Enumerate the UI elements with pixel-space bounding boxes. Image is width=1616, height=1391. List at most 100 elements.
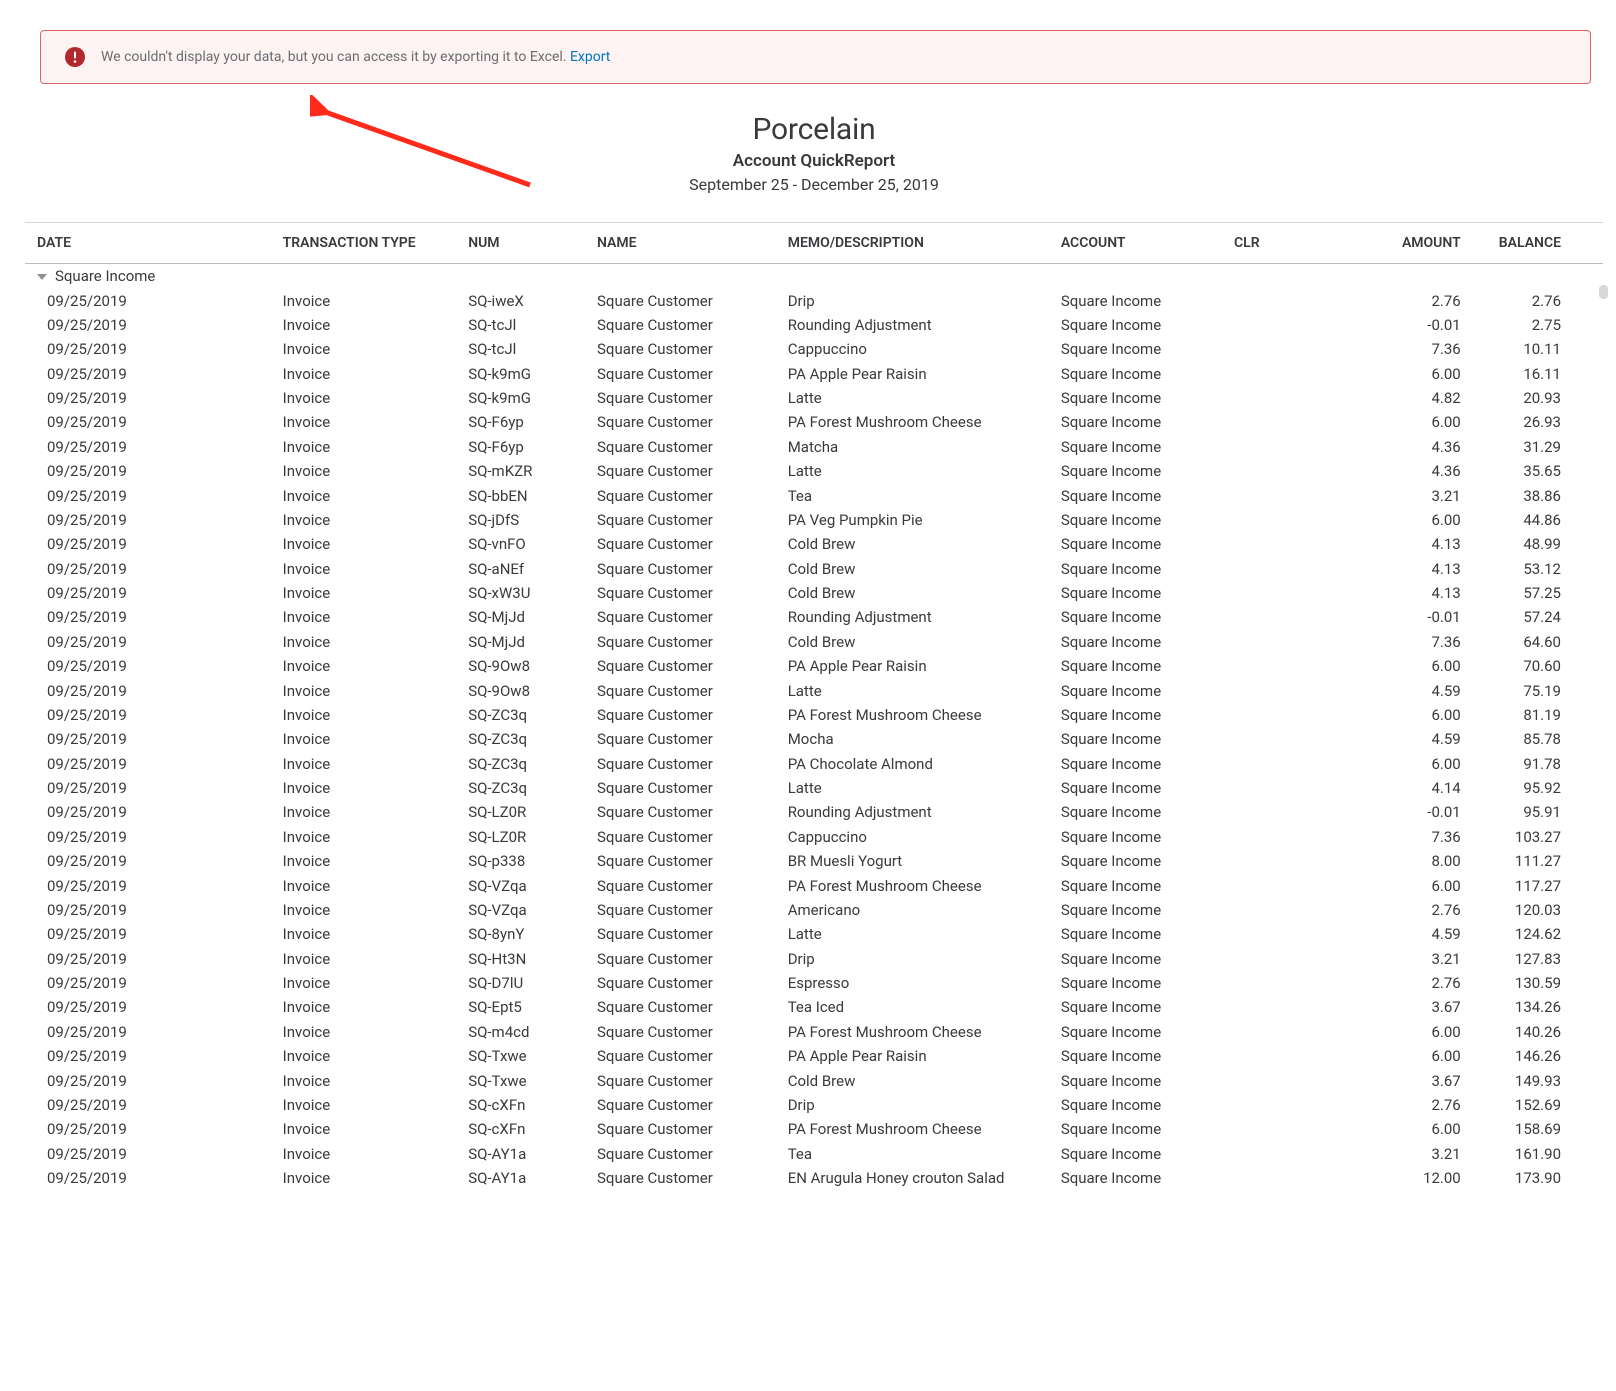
cell-amount: 8.00 (1311, 849, 1460, 873)
cell-balance: 10.11 (1461, 337, 1603, 361)
cell-amount: 4.82 (1311, 386, 1460, 410)
table-row[interactable]: 09/25/2019InvoiceSQ-k9mGSquare CustomerL… (25, 386, 1603, 410)
cell-memo: Latte (788, 386, 1061, 410)
cell-amount: 4.13 (1311, 532, 1460, 556)
cell-name: Square Customer (597, 1142, 788, 1166)
table-row[interactable]: 09/25/2019InvoiceSQ-vnFOSquare CustomerC… (25, 532, 1603, 556)
col-name-header[interactable]: NAME (597, 223, 788, 264)
cell-account: Square Income (1061, 313, 1234, 337)
cell-account: Square Income (1061, 703, 1234, 727)
table-row[interactable]: 09/25/2019InvoiceSQ-Ept5Square CustomerT… (25, 995, 1603, 1019)
cell-account: Square Income (1061, 727, 1234, 751)
cell-clr (1234, 1093, 1311, 1117)
table-row[interactable]: 09/25/2019InvoiceSQ-9Ow8Square CustomerP… (25, 654, 1603, 678)
cell-num: SQ-AY1a (468, 1166, 597, 1190)
cell-balance: 91.78 (1461, 752, 1603, 776)
cell-type: Invoice (283, 1166, 469, 1190)
cell-account: Square Income (1061, 605, 1234, 629)
cell-balance: 64.60 (1461, 630, 1603, 654)
cell-clr (1234, 605, 1311, 629)
table-row[interactable]: 09/25/2019InvoiceSQ-jDfSSquare CustomerP… (25, 508, 1603, 532)
cell-amount: 6.00 (1311, 752, 1460, 776)
cell-amount: 7.36 (1311, 337, 1460, 361)
cell-account: Square Income (1061, 849, 1234, 873)
table-row[interactable]: 09/25/2019InvoiceSQ-F6ypSquare CustomerP… (25, 410, 1603, 434)
table-row[interactable]: 09/25/2019InvoiceSQ-iweXSquare CustomerD… (25, 288, 1603, 312)
chevron-down-icon[interactable] (37, 274, 47, 280)
table-row[interactable]: 09/25/2019InvoiceSQ-p338Square CustomerB… (25, 849, 1603, 873)
cell-name: Square Customer (597, 1020, 788, 1044)
col-memo-header[interactable]: MEMO/DESCRIPTION (788, 223, 1061, 264)
table-row[interactable]: 09/25/2019InvoiceSQ-8ynYSquare CustomerL… (25, 922, 1603, 946)
table-row[interactable]: 09/25/2019InvoiceSQ-LZ0RSquare CustomerR… (25, 800, 1603, 824)
col-type-header[interactable]: TRANSACTION TYPE (283, 223, 469, 264)
table-row[interactable]: 09/25/2019InvoiceSQ-F6ypSquare CustomerM… (25, 435, 1603, 459)
table-row[interactable]: 09/25/2019InvoiceSQ-ZC3qSquare CustomerM… (25, 727, 1603, 751)
cell-num: SQ-k9mG (468, 362, 597, 386)
table-row[interactable]: 09/25/2019InvoiceSQ-tcJlSquare CustomerR… (25, 313, 1603, 337)
table-row[interactable]: 09/25/2019InvoiceSQ-MjJdSquare CustomerR… (25, 605, 1603, 629)
cell-amount: 4.59 (1311, 922, 1460, 946)
cell-account: Square Income (1061, 1093, 1234, 1117)
cell-memo: PA Forest Mushroom Cheese (788, 1117, 1061, 1141)
cell-date: 09/25/2019 (25, 386, 283, 410)
table-row[interactable]: 09/25/2019InvoiceSQ-bbENSquare CustomerT… (25, 483, 1603, 507)
table-row[interactable]: 09/25/2019InvoiceSQ-m4cdSquare CustomerP… (25, 1020, 1603, 1044)
group-row[interactable]: Square Income (25, 264, 1603, 289)
table-row[interactable]: 09/25/2019InvoiceSQ-tcJlSquare CustomerC… (25, 337, 1603, 361)
table-row[interactable]: 09/25/2019InvoiceSQ-9Ow8Square CustomerL… (25, 678, 1603, 702)
table-row[interactable]: 09/25/2019InvoiceSQ-VZqaSquare CustomerP… (25, 873, 1603, 897)
cell-clr (1234, 703, 1311, 727)
table-row[interactable]: 09/25/2019InvoiceSQ-AY1aSquare CustomerT… (25, 1142, 1603, 1166)
cell-date: 09/25/2019 (25, 971, 283, 995)
cell-num: SQ-ZC3q (468, 752, 597, 776)
cell-amount: 3.67 (1311, 1068, 1460, 1092)
table-row[interactable]: 09/25/2019InvoiceSQ-xW3USquare CustomerC… (25, 581, 1603, 605)
table-row[interactable]: 09/25/2019InvoiceSQ-ZC3qSquare CustomerL… (25, 776, 1603, 800)
export-link[interactable]: Export (570, 49, 610, 65)
cell-amount: 2.76 (1311, 898, 1460, 922)
cell-account: Square Income (1061, 1020, 1234, 1044)
cell-amount: 3.21 (1311, 483, 1460, 507)
table-row[interactable]: 09/25/2019InvoiceSQ-ZC3qSquare CustomerP… (25, 703, 1603, 727)
table-row[interactable]: 09/25/2019InvoiceSQ-cXFnSquare CustomerD… (25, 1093, 1603, 1117)
cell-date: 09/25/2019 (25, 873, 283, 897)
table-row[interactable]: 09/25/2019InvoiceSQ-mKZRSquare CustomerL… (25, 459, 1603, 483)
table-row[interactable]: 09/25/2019InvoiceSQ-TxweSquare CustomerC… (25, 1068, 1603, 1092)
col-date-header[interactable]: DATE (25, 223, 283, 264)
table-row[interactable]: 09/25/2019InvoiceSQ-LZ0RSquare CustomerC… (25, 825, 1603, 849)
cell-account: Square Income (1061, 459, 1234, 483)
cell-account: Square Income (1061, 557, 1234, 581)
table-row[interactable]: 09/25/2019InvoiceSQ-TxweSquare CustomerP… (25, 1044, 1603, 1068)
cell-clr (1234, 288, 1311, 312)
table-row[interactable]: 09/25/2019InvoiceSQ-aNEfSquare CustomerC… (25, 557, 1603, 581)
cell-clr (1234, 1044, 1311, 1068)
col-num-header[interactable]: NUM (468, 223, 597, 264)
table-row[interactable]: 09/25/2019InvoiceSQ-D7lUSquare CustomerE… (25, 971, 1603, 995)
cell-clr (1234, 654, 1311, 678)
col-balance-header[interactable]: BALANCE (1461, 223, 1603, 264)
scrollbar-thumb[interactable] (1599, 285, 1608, 299)
table-row[interactable]: 09/25/2019InvoiceSQ-Ht3NSquare CustomerD… (25, 947, 1603, 971)
table-row[interactable]: 09/25/2019InvoiceSQ-k9mGSquare CustomerP… (25, 362, 1603, 386)
table-row[interactable]: 09/25/2019InvoiceSQ-cXFnSquare CustomerP… (25, 1117, 1603, 1141)
table-row[interactable]: 09/25/2019InvoiceSQ-ZC3qSquare CustomerP… (25, 752, 1603, 776)
cell-num: SQ-k9mG (468, 386, 597, 410)
col-amount-header[interactable]: AMOUNT (1311, 223, 1460, 264)
cell-name: Square Customer (597, 995, 788, 1019)
cell-memo: PA Forest Mushroom Cheese (788, 1020, 1061, 1044)
table-row[interactable]: 09/25/2019InvoiceSQ-MjJdSquare CustomerC… (25, 630, 1603, 654)
cell-clr (1234, 825, 1311, 849)
col-clr-header[interactable]: CLR (1234, 223, 1311, 264)
table-row[interactable]: 09/25/2019InvoiceSQ-AY1aSquare CustomerE… (25, 1166, 1603, 1190)
cell-date: 09/25/2019 (25, 581, 283, 605)
cell-type: Invoice (283, 557, 469, 581)
cell-date: 09/25/2019 (25, 1166, 283, 1190)
cell-num: SQ-MjJd (468, 630, 597, 654)
cell-balance: 161.90 (1461, 1142, 1603, 1166)
table-row[interactable]: 09/25/2019InvoiceSQ-VZqaSquare CustomerA… (25, 898, 1603, 922)
cell-date: 09/25/2019 (25, 800, 283, 824)
cell-memo: Cold Brew (788, 581, 1061, 605)
cell-num: SQ-AY1a (468, 1142, 597, 1166)
col-account-header[interactable]: ACCOUNT (1061, 223, 1234, 264)
